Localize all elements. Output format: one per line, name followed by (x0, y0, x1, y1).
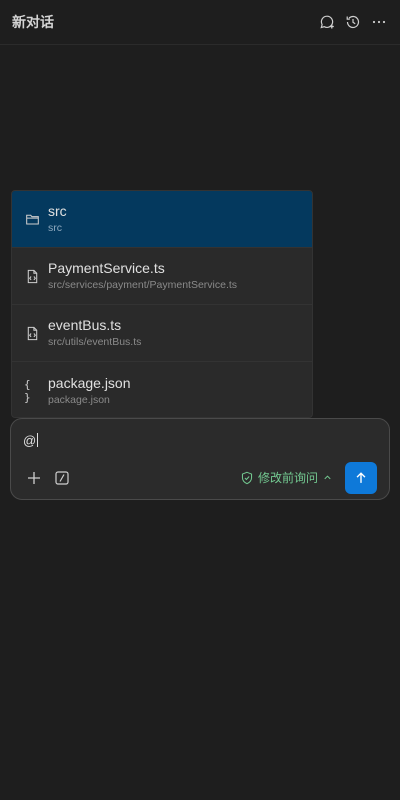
new-chat-icon[interactable] (318, 13, 336, 31)
slash-command-button[interactable] (53, 469, 71, 487)
shield-check-icon (241, 471, 253, 484)
more-icon[interactable] (370, 13, 388, 31)
chat-composer: @ 修改前询问 (10, 418, 390, 500)
file-code-icon (24, 325, 40, 341)
suggestion-name: PaymentService.ts (48, 260, 165, 277)
text-caret (37, 433, 39, 447)
suggestion-name: package.json (48, 374, 131, 391)
file-code-icon (24, 268, 40, 284)
mention-suggestions: src src PaymentService.ts src/services/p… (11, 190, 313, 418)
suggestion-path: package.json (48, 393, 110, 406)
header-actions (318, 13, 388, 31)
chat-panel: 新对话 src src PaymentService.ts src/servic… (0, 0, 400, 800)
composer-tools (25, 469, 71, 487)
suggestion-item[interactable]: PaymentService.ts src/services/payment/P… (12, 248, 312, 305)
suggestion-item[interactable]: src src (12, 191, 312, 248)
json-braces-icon: { } (24, 377, 31, 404)
page-title: 新对话 (12, 14, 54, 30)
suggestion-name: eventBus.ts (48, 317, 122, 334)
arrow-up-icon (356, 472, 366, 483)
chat-input[interactable]: @ (23, 431, 373, 449)
plus-icon (28, 472, 40, 484)
add-context-button[interactable] (25, 469, 43, 487)
suggestion-path: src (48, 222, 62, 235)
chevron-up-icon (324, 475, 331, 480)
suggestion-item[interactable]: { } package.json package.json (12, 362, 312, 417)
suggestion-item[interactable]: eventBus.ts src/utils/eventBus.ts (12, 305, 312, 362)
suggestion-name: src (48, 203, 67, 220)
folder-icon (24, 211, 40, 227)
chat-input-value: @ (23, 432, 37, 448)
approval-mode-select[interactable]: 修改前询问 (240, 469, 333, 486)
header: 新对话 (0, 0, 400, 45)
slash-command-icon (55, 471, 69, 485)
suggestion-path: src/services/payment/PaymentService.ts (48, 279, 238, 292)
suggestion-path: src/utils/eventBus.ts (48, 336, 142, 349)
history-icon[interactable] (344, 13, 362, 31)
send-button[interactable] (345, 462, 377, 494)
approval-mode-label: 修改前询问 (257, 471, 318, 485)
